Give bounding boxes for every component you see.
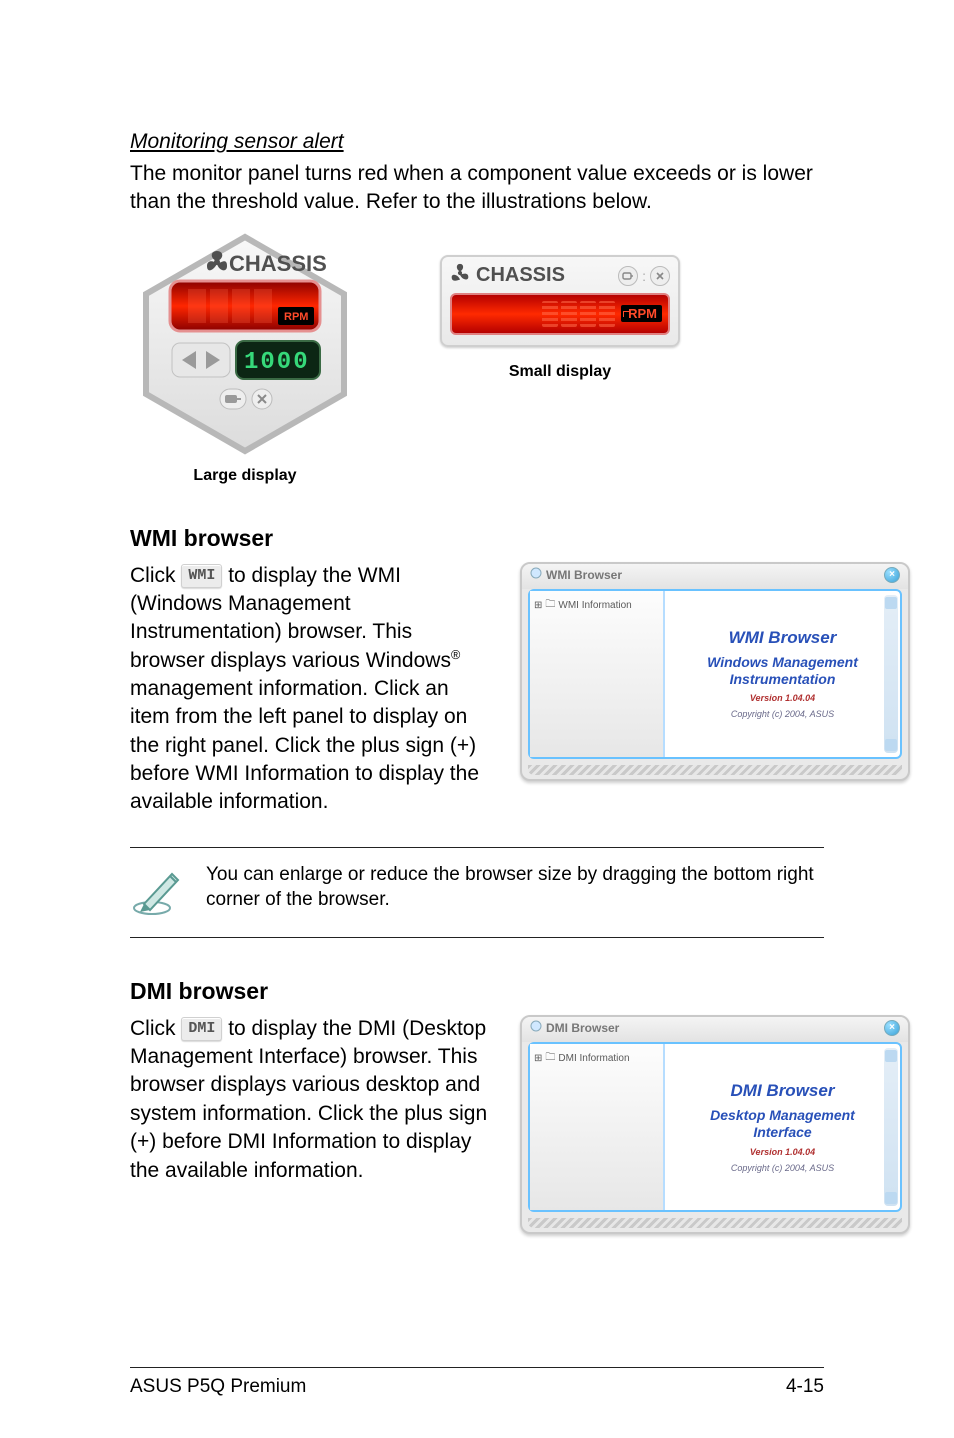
small-display-caption: Small display [509,363,611,381]
wmi-content-panel: WMI Browser Windows Management Instrumen… [665,591,900,757]
display-row: CHASSIS RPM 1000 [130,229,824,485]
scroll-up-icon[interactable] [885,1050,897,1062]
folder-icon: 🗀 [545,597,555,614]
wmi-version: Version 1.04.04 [750,693,815,703]
scrollbar[interactable] [884,595,898,753]
wmi-row: Click WMI to display the WMI (Windows Ma… [130,562,824,817]
dmi-version: Version 1.04.04 [750,1147,815,1157]
wmi-copyright: Copyright (c) 2004, ASUS [731,709,834,719]
wmi-heading: WMI browser [130,525,824,552]
scroll-down-icon[interactable] [885,739,897,751]
scroll-up-icon[interactable] [885,597,897,609]
small-display-col: CHASSIS : RPM Small displa [440,255,680,381]
resize-grip[interactable] [528,1218,902,1228]
note-box: You can enlarge or reduce the browser si… [130,847,824,938]
wmi-title1: WMI Browser [729,628,837,648]
chassis-large-value: 1000 [244,349,310,376]
wmi-browser-window: WMI Browser × ⊞ 🗀 WMI Information WMI Br… [520,562,910,781]
expand-icon[interactable] [618,266,638,286]
dmi-browser-window: DMI Browser × ⊞ 🗀 DMI Information DMI Br… [520,1015,910,1234]
folder-icon: 🗀 [545,1050,555,1067]
footer-right: 4-15 [786,1376,824,1398]
dmi-tree-root[interactable]: ⊞ 🗀 DMI Information [534,1050,659,1067]
chassis-small-lcd: RPM [450,293,670,335]
alert-heading: Monitoring sensor alert [130,130,824,154]
wmi-tree-root[interactable]: ⊞ 🗀 WMI Information [534,597,659,614]
chassis-hex-svg: CHASSIS RPM 1000 [130,229,360,459]
dmi-row: Click DMI to display the DMI (Desktop Ma… [130,1015,824,1234]
footer-left: ASUS P5Q Premium [130,1376,306,1398]
chassis-large-title: CHASSIS [229,251,327,276]
dmi-button[interactable]: DMI [181,1017,222,1041]
large-display-col: CHASSIS RPM 1000 [130,229,360,485]
dmi-copyright: Copyright (c) 2004, ASUS [731,1163,834,1173]
dmi-tree-panel[interactable]: ⊞ 🗀 DMI Information [530,1044,665,1210]
scrollbar[interactable] [884,1048,898,1206]
chassis-large-unit: RPM [284,311,308,323]
chassis-large-widget: CHASSIS RPM 1000 [130,229,360,459]
fan-icon [450,263,470,289]
window-close-icon[interactable]: × [884,567,900,583]
plus-icon[interactable]: ⊞ [534,1053,542,1064]
close-icon[interactable] [650,266,670,286]
chassis-small-widget: CHASSIS : RPM [440,255,680,347]
resize-grip[interactable] [528,765,902,775]
wmi-title2: Windows Management Instrumentation [707,654,858,688]
divider-icon: : [642,269,646,283]
page-footer: ASUS P5Q Premium 4-15 [130,1367,824,1398]
chassis-small-unit: RPM [621,305,662,322]
dmi-title2: Desktop Management Interface [710,1107,855,1141]
app-icon [530,567,542,582]
dmi-window-title: DMI Browser [546,1021,619,1035]
pencil-note-icon [130,862,186,923]
wmi-button[interactable]: WMI [181,564,222,588]
large-display-caption: Large display [193,467,296,485]
alert-body: The monitor panel turns red when a compo… [130,160,824,217]
wmi-tree-panel[interactable]: ⊞ 🗀 WMI Information [530,591,665,757]
dmi-title1: DMI Browser [731,1081,835,1101]
window-close-icon[interactable]: × [884,1020,900,1036]
dmi-content-panel: DMI Browser Desktop Management Interface… [665,1044,900,1210]
scroll-down-icon[interactable] [885,1192,897,1204]
dmi-body: Click DMI to display the DMI (Desktop Ma… [130,1015,490,1185]
wmi-body: Click WMI to display the WMI (Windows Ma… [130,562,490,817]
dmi-heading: DMI browser [130,978,824,1005]
note-text: You can enlarge or reduce the browser si… [206,862,824,913]
chassis-small-title: CHASSIS [476,264,565,287]
app-icon [530,1020,542,1035]
plus-icon[interactable]: ⊞ [534,600,542,611]
wmi-window-title: WMI Browser [546,568,622,582]
